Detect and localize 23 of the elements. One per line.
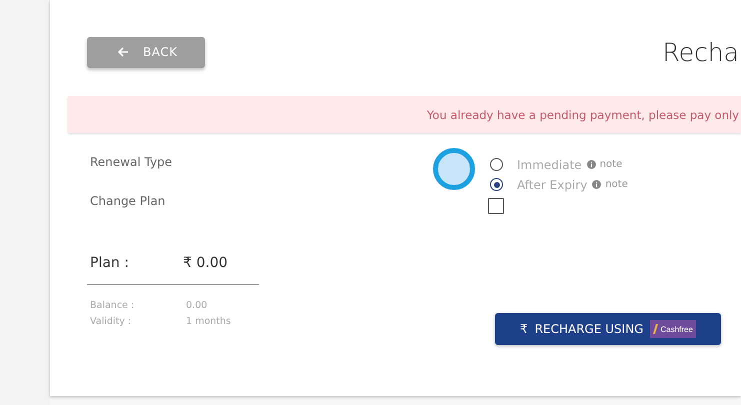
detail-label: Balance :: [89, 300, 136, 310]
plan-label: Plan :: [90, 255, 130, 271]
radio-button[interactable]: [490, 178, 503, 191]
focus-ring: [433, 148, 475, 190]
detail-label: Validity :: [89, 316, 132, 326]
plan-price: ₹ 0.00: [183, 255, 228, 271]
arrow-left-icon: [117, 46, 129, 58]
info-icon: [592, 180, 602, 189]
page-title: Recha: [662, 38, 739, 66]
info-icon: [586, 160, 596, 169]
alert-text: You already have a pending payment, please pay only: [426, 108, 739, 122]
radio-button[interactable]: [490, 158, 503, 171]
recharge-button[interactable]: ₹ RECHARGE USING Cashfree: [495, 313, 721, 345]
brand-logo: Cashfree: [650, 320, 696, 338]
option-label: After Expiry: [517, 178, 588, 192]
note-text: note: [600, 159, 622, 170]
field-label: Change Plan: [90, 194, 166, 208]
detail-value: 1 months: [186, 316, 231, 326]
note-text: note: [605, 179, 628, 190]
field-label: Renewal Type: [90, 155, 174, 169]
detail-value: 0.00: [186, 300, 208, 310]
option-label: Immediate: [517, 158, 582, 172]
checkbox[interactable]: [488, 198, 504, 214]
